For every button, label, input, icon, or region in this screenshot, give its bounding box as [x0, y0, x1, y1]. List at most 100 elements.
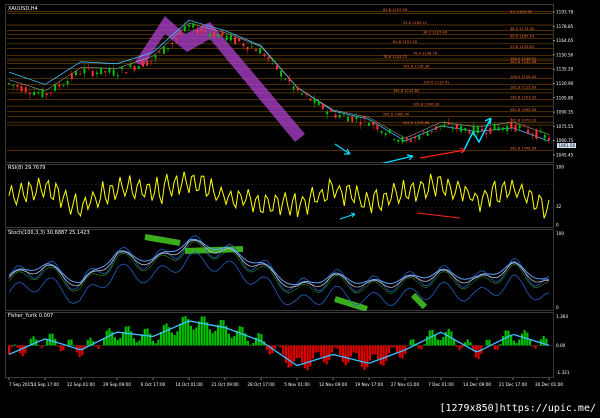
fisher-histogram-bar: [206, 322, 209, 346]
fisher-histogram-bar: [8, 345, 11, 355]
candle-body: [188, 24, 190, 27]
candle-body: [141, 60, 144, 67]
candle-body: [58, 84, 61, 87]
fisher-histogram-bar: [333, 345, 336, 348]
rsi-y-tick-label: 0: [556, 223, 559, 228]
time-tick-label: 7 Sep 2015: [9, 382, 33, 387]
rsi-pane[interactable]: 100 32 0 RSI(8) 29.7679: [5, 164, 577, 228]
fisher-histogram-bar: [56, 345, 60, 347]
stoch-signal-line: [8, 238, 550, 286]
fisher-chart[interactable]: 1.364 0.00 -1.321: [5, 312, 577, 378]
stoch-chart[interactable]: 100 0: [5, 229, 577, 312]
fisher-histogram-bar: [143, 328, 146, 346]
fisher-histogram-bar: [94, 345, 98, 347]
fisher-y-tick-label: 0.00: [556, 343, 566, 348]
candle-body: [108, 68, 111, 73]
fib-level-label: 261.8 1048.56: [510, 147, 537, 151]
fisher-histogram-bar: [238, 326, 241, 346]
candle-body: [405, 137, 408, 140]
fisher-pane[interactable]: 1.364 0.00 -1.321 Fisher_Yurik 0.007: [5, 312, 577, 378]
annotation-cyan-zigzag: [462, 117, 492, 153]
fisher-histogram-bar: [200, 316, 203, 346]
candle-body: [330, 109, 333, 112]
candle-body: [518, 125, 521, 129]
price-chart[interactable]: 61.8 1197.96 0.0 1193.78 23.6 1182.51 38.2 …: [5, 4, 577, 165]
time-tick-label: 21 Dec 17:00: [499, 382, 527, 387]
candle-body: [309, 98, 312, 101]
candle-body: [213, 31, 216, 37]
fisher-histogram-bar: [170, 332, 174, 346]
fisher-histogram-bar: [534, 345, 537, 349]
candle-body: [376, 125, 379, 130]
fisher-histogram-bar: [73, 344, 76, 346]
fisher-histogram-bar: [309, 345, 312, 367]
candle-body: [158, 51, 161, 53]
candle-body: [54, 84, 57, 91]
price-frame: [5, 4, 554, 163]
fisher-histogram-bar: [124, 326, 127, 346]
candle-body: [342, 114, 345, 116]
candle-body: [234, 37, 237, 44]
candle-body: [129, 64, 132, 68]
candle-body: [171, 42, 174, 44]
candle-body: [83, 68, 86, 74]
fisher-histogram-bar: [396, 345, 399, 353]
fisher-histogram-bar: [352, 345, 355, 353]
annotation-green-band: [144, 234, 181, 246]
fisher-histogram-bar: [461, 345, 464, 348]
price-pane[interactable]: 61.8 1197.96 0.0 1193.78 23.6 1182.51 38.2 …: [5, 4, 577, 165]
current-price-badge: 1061.56: [557, 143, 576, 148]
candle-body: [79, 74, 82, 75]
fisher-histogram-bar: [531, 345, 534, 347]
fisher-histogram-bar: [249, 344, 252, 346]
candle-body: [305, 93, 308, 95]
price-pane-label: XAUUSD,H4: [8, 6, 38, 12]
fisher-histogram-bar: [368, 345, 372, 361]
fisher-histogram-bar: [436, 339, 439, 346]
price-y-tick-label: 1045.45: [556, 153, 574, 158]
fisher-histogram-bar: [493, 345, 496, 350]
fib-level-label: 261.8 1079.23: [510, 118, 536, 122]
fisher-histogram-bar: [317, 345, 320, 353]
candle-body: [426, 132, 429, 136]
fisher-histogram-bar: [295, 345, 298, 359]
candle-body: [355, 117, 358, 120]
fisher-histogram-bar: [230, 337, 233, 346]
rsi-chart[interactable]: 100 32 0: [5, 164, 577, 228]
fisher-histogram-bar: [390, 345, 393, 348]
chart-window: 61.8 1197.96 0.0 1193.78 23.6 1182.51 38.2 …: [0, 0, 600, 418]
stoch-y-tick-label: 0: [556, 305, 559, 310]
fisher-histogram-bar: [81, 345, 84, 356]
fib-level-label: 161.8 1103.20: [510, 96, 537, 100]
fisher-histogram-bar: [339, 345, 342, 355]
stoch-pane[interactable]: 100 0 Stoch(100,3,3) 30.6887 25.1423: [5, 229, 577, 312]
candle-body: [125, 72, 128, 74]
candle-body: [347, 116, 350, 122]
price-y-tick-label: 1090.35: [556, 110, 574, 115]
candle-body: [284, 79, 287, 81]
fisher-histogram-bar: [417, 345, 420, 349]
candle-body: [70, 72, 73, 79]
candle-body: [62, 85, 65, 87]
candle-body: [175, 38, 178, 40]
candle-body: [16, 85, 19, 87]
fisher-histogram-bar: [173, 334, 176, 346]
time-tick-label: 5 Nov 01:00: [284, 382, 310, 387]
candle-body: [250, 46, 253, 48]
candle-body: [238, 38, 241, 42]
candle-body: [24, 87, 27, 92]
fisher-histogram-bar: [211, 333, 214, 346]
fisher-histogram-bar: [412, 339, 415, 346]
fisher-histogram-bar: [420, 345, 423, 350]
fisher-histogram-bar: [442, 337, 445, 346]
time-axis: 7 Sep 201514 Sep 17:00 22 Sep 01:00 29 Sep…: [8, 378, 563, 387]
candle-body: [66, 80, 69, 85]
fisher-histogram-bar: [16, 345, 19, 348]
candle-body: [74, 71, 77, 76]
fisher-histogram-bar: [116, 339, 119, 346]
candle-body: [41, 89, 44, 98]
fisher-histogram-bar: [507, 330, 510, 346]
candle-body: [246, 46, 249, 50]
fisher-histogram-bar: [97, 345, 100, 349]
fisher-histogram-bar: [214, 330, 217, 346]
